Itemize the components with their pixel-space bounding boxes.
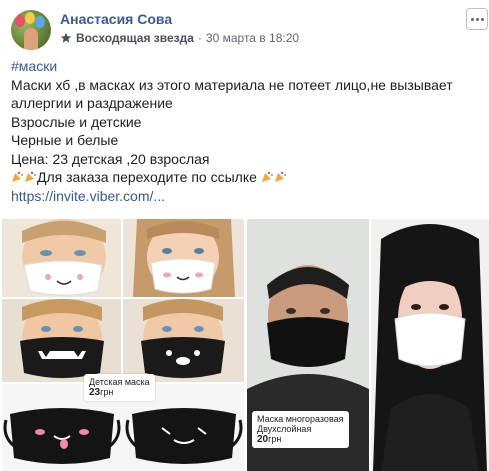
- photo-kid-white-mask[interactable]: [2, 219, 121, 297]
- more-options-icon[interactable]: [466, 8, 488, 30]
- kids-tag-title: Детская маска: [89, 377, 150, 387]
- photo-girl-white-mask[interactable]: [123, 219, 244, 297]
- order-line: Для заказа переходите по ссылке: [11, 168, 481, 187]
- adult-tag-currency: грн: [268, 434, 282, 444]
- dot-shape: [480, 17, 484, 21]
- order-text: Для заказа переходите по ссылке: [37, 169, 257, 185]
- kids-price-tag: Детская маска 23грн: [84, 374, 155, 401]
- party-popper-icon: [274, 171, 286, 182]
- dot-shape: [475, 17, 479, 21]
- text-line: аллергии и раздражение: [11, 95, 173, 111]
- text-line: Взрослые и детские: [11, 113, 142, 130]
- photo-grid: Детская маска 23грн Маска многоразовая Д…: [0, 219, 489, 471]
- photo-fade: [371, 445, 489, 471]
- text-line: Черные и белые: [11, 132, 119, 148]
- viber-link[interactable]: https://invite.viber.com/...: [11, 188, 165, 204]
- woman-photo-graphic: [371, 219, 489, 471]
- photo-kid-black-mask[interactable]: [2, 299, 121, 382]
- kids-tag-price: 23: [89, 387, 101, 398]
- adult-tag-subtitle: Двухслойная: [257, 424, 312, 434]
- kids-tag-currency: грн: [100, 387, 114, 397]
- adult-tag-price: 20: [257, 434, 269, 445]
- person-shape: [24, 28, 38, 50]
- party-popper-icon: [25, 171, 36, 182]
- kid-photo-graphic: [123, 299, 244, 382]
- post-meta: Восходящая звезда · 30 марта в 18:20: [60, 31, 299, 45]
- badge-label[interactable]: Восходящая звезда: [76, 31, 194, 45]
- star-icon: [60, 32, 72, 43]
- girl-photo-graphic: [123, 219, 244, 297]
- party-popper-icon: [261, 171, 273, 182]
- photo-woman-white-mask[interactable]: [371, 219, 489, 471]
- kid-photo-graphic: [2, 299, 121, 382]
- post-timestamp[interactable]: 30 марта в 18:20: [206, 31, 299, 45]
- text-line: Цена: 23 детская ,20 взрослая: [11, 150, 210, 167]
- balloon-shape: [25, 12, 35, 24]
- adult-price-tag: Маска многоразовая Двухслойная 20грн: [252, 411, 349, 448]
- post: Анастасия Сова Восходящая звезда · 30 ма…: [0, 0, 489, 471]
- balloon-shape: [15, 15, 25, 27]
- adult-tag-title: Маска многоразовая: [257, 414, 344, 424]
- separator-dot: ·: [197, 31, 202, 45]
- author-name[interactable]: Анастасия Сова: [60, 11, 172, 27]
- kid-photo-graphic: [2, 219, 121, 297]
- avatar[interactable]: [11, 10, 51, 50]
- hashtag-link[interactable]: #маски: [11, 58, 57, 74]
- text-line: Маски хб ,в масках из этого материала не…: [11, 76, 453, 93]
- party-popper-icon: [12, 171, 23, 182]
- post-text: #маски Маски хб ,в масках из этого матер…: [11, 57, 481, 205]
- photo-kid-bear-mask[interactable]: [123, 299, 244, 382]
- balloon-shape: [35, 16, 45, 28]
- dot-shape: [470, 17, 474, 21]
